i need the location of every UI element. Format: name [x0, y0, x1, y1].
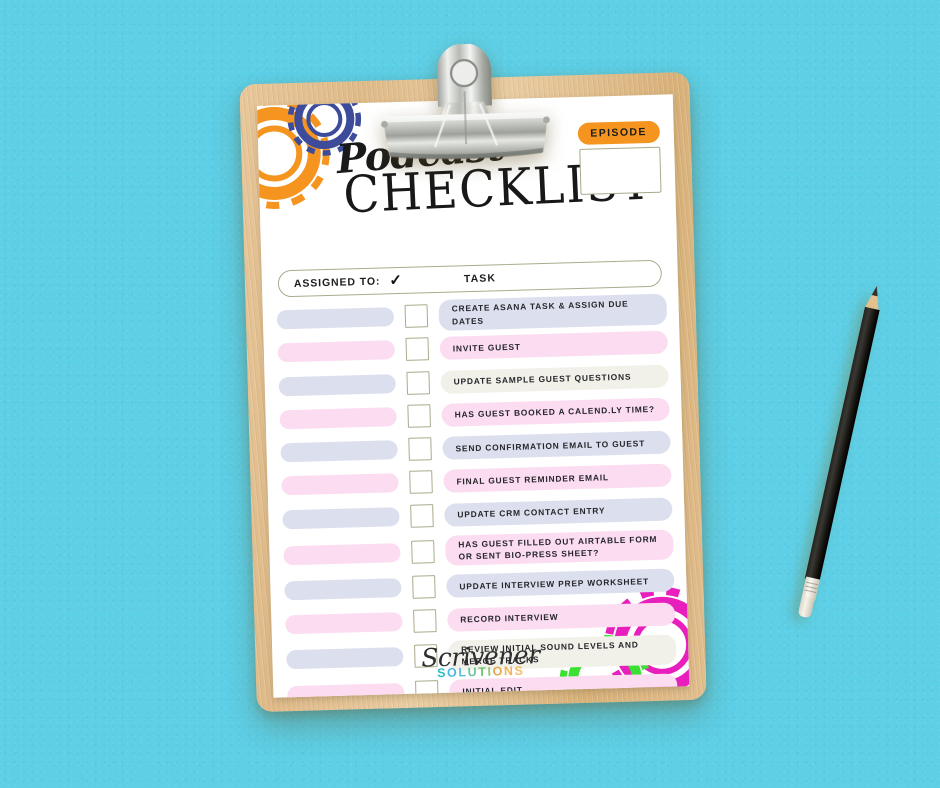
- task-column-label: TASK: [463, 271, 497, 285]
- task-pill: HAS GUEST FILLED OUT AIRTABLE FORM OR SE…: [445, 529, 674, 567]
- logo-letter: T: [478, 664, 488, 679]
- clipboard-clip[interactable]: [370, 42, 559, 163]
- episode-input-box[interactable]: [579, 146, 662, 195]
- assignee-field[interactable]: [281, 473, 399, 496]
- task-checkbox[interactable]: [411, 539, 435, 564]
- task-checkbox[interactable]: [412, 575, 436, 600]
- task-checkbox[interactable]: [405, 337, 430, 362]
- checklist-row: HAS GUEST BOOKED A CALEND.LY TIME?: [279, 394, 670, 434]
- task-checkbox[interactable]: [408, 437, 432, 462]
- task-pill: UPDATE CRM CONTACT ENTRY: [444, 497, 673, 527]
- task-label: INVITE GUEST: [452, 341, 521, 354]
- task-label: CREATE ASANA TASK & ASSIGN DUE DATES: [451, 298, 629, 327]
- checklist-row: HAS GUEST FILLED OUT AIRTABLE FORM OR SE…: [283, 528, 674, 573]
- assignee-field[interactable]: [278, 373, 396, 397]
- task-checkbox[interactable]: [407, 404, 431, 428]
- logo-letter: L: [458, 664, 468, 680]
- task-label: RECORD INTERVIEW: [460, 611, 559, 625]
- task-label: FINAL GUEST REMINDER EMAIL: [456, 472, 609, 487]
- assignee-field[interactable]: [283, 542, 401, 565]
- task-checkbox[interactable]: [404, 304, 429, 328]
- checklist-row: UPDATE CRM CONTACT ENTRY: [282, 494, 673, 534]
- clipboard: Podcast CHECKLIST EPISODE ASSIGNED TO: ✓…: [239, 43, 707, 713]
- logo-letter: O: [492, 663, 505, 679]
- assignee-field[interactable]: [276, 307, 395, 330]
- task-checkbox[interactable]: [413, 608, 437, 633]
- checklist-paper: Podcast CHECKLIST EPISODE ASSIGNED TO: ✓…: [256, 94, 690, 698]
- task-pill: RECORD INTERVIEW: [447, 602, 676, 632]
- logo-letter: N: [503, 663, 515, 678]
- assignee-field[interactable]: [285, 611, 403, 634]
- task-pill: CREATE ASANA TASK & ASSIGN DUE DATES: [438, 293, 668, 331]
- task-label: UPDATE CRM CONTACT ENTRY: [457, 505, 606, 520]
- task-pill: FINAL GUEST REMINDER EMAIL: [443, 463, 672, 494]
- checklist-row: CREATE ASANA TASK & ASSIGN DUE DATES: [276, 293, 668, 335]
- checklist-row: FINAL GUEST REMINDER EMAIL: [281, 461, 672, 501]
- assignee-field[interactable]: [277, 340, 396, 363]
- checklist-row: SEND CONFIRMATION EMAIL TO GUEST: [280, 428, 671, 468]
- pencil-eraser: [797, 596, 815, 619]
- checklist-row: INVITE GUEST: [277, 328, 669, 368]
- checkmark-icon: ✓: [389, 271, 403, 290]
- task-checkbox[interactable]: [409, 470, 433, 495]
- assignee-field[interactable]: [279, 407, 397, 430]
- checklist-row: UPDATE INTERVIEW PREP WORKSHEET: [284, 566, 675, 606]
- checklist-row: UPDATE SAMPLE GUEST QUESTIONS: [278, 361, 669, 401]
- task-pill: UPDATE SAMPLE GUEST QUESTIONS: [440, 364, 669, 394]
- checklist-row: RECORD INTERVIEW: [285, 599, 676, 639]
- task-label: UPDATE INTERVIEW PREP WORKSHEET: [459, 575, 650, 592]
- task-label: SEND CONFIRMATION EMAIL TO GUEST: [455, 437, 646, 454]
- logo-letter: S: [514, 663, 525, 678]
- checklist-rows: CREATE ASANA TASK & ASSIGN DUE DATES INVI…: [276, 293, 678, 698]
- task-pill: UPDATE INTERVIEW PREP WORKSHEET: [446, 568, 675, 599]
- task-pill: HAS GUEST BOOKED A CALEND.LY TIME?: [441, 397, 670, 427]
- task-label: HAS GUEST FILLED OUT AIRTABLE FORM OR SE…: [458, 533, 658, 562]
- task-checkbox[interactable]: [406, 370, 431, 395]
- task-pill: INVITE GUEST: [439, 330, 669, 361]
- assignee-field[interactable]: [280, 440, 398, 463]
- episode-badge: EPISODE: [577, 120, 661, 145]
- task-label: UPDATE SAMPLE GUEST QUESTIONS: [453, 371, 632, 387]
- assignee-field[interactable]: [282, 506, 400, 530]
- scene: Podcast CHECKLIST EPISODE ASSIGNED TO: ✓…: [0, 0, 940, 788]
- task-pill: SEND CONFIRMATION EMAIL TO GUEST: [442, 430, 671, 461]
- table-header-row: ASSIGNED TO: ✓ TASK: [277, 259, 663, 298]
- assigned-to-label: ASSIGNED TO:: [293, 275, 381, 290]
- assignee-field[interactable]: [284, 578, 402, 601]
- task-label: HAS GUEST BOOKED A CALEND.LY TIME?: [454, 404, 656, 420]
- task-checkbox[interactable]: [410, 503, 434, 528]
- logo-letter: O: [446, 665, 459, 680]
